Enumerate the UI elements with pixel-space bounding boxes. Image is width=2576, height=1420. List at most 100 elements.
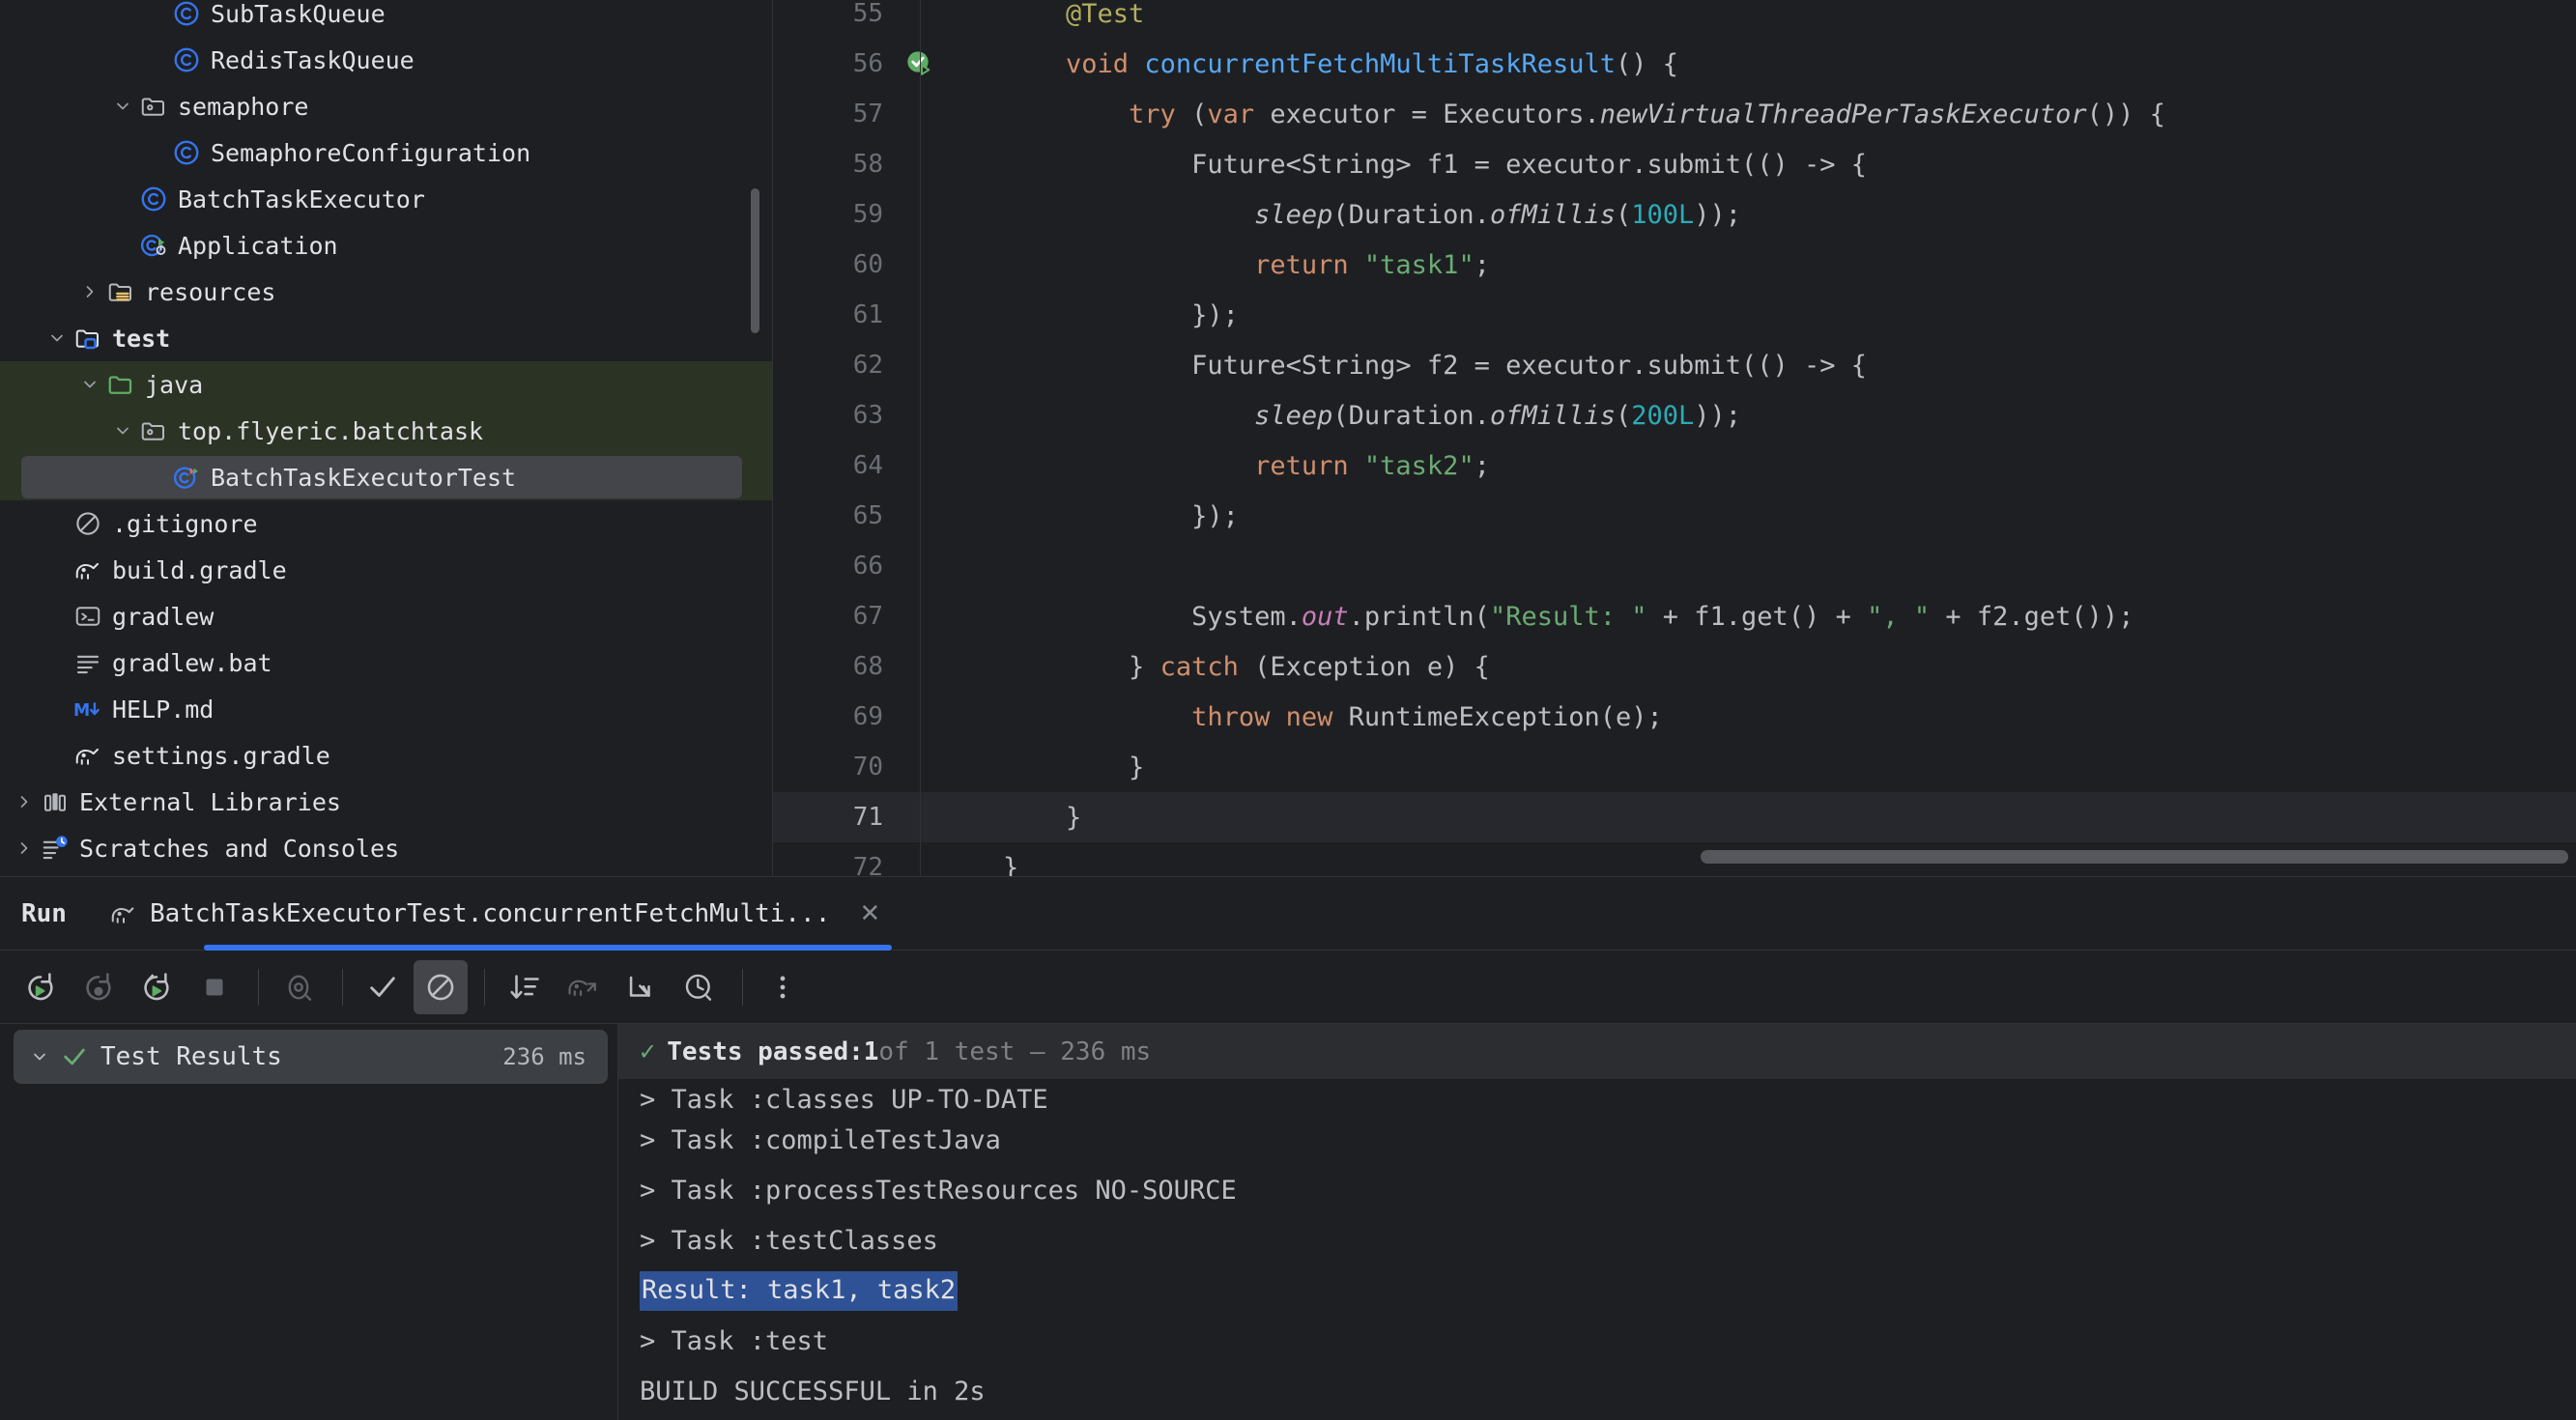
code-line-64[interactable]: 64 return "task2"; xyxy=(773,440,2576,491)
code-line-71[interactable]: 71 } xyxy=(773,792,2576,842)
tree-item-help-md[interactable]: M HELP.md xyxy=(0,686,773,732)
line-number: 69 xyxy=(852,702,883,731)
gradle-icon xyxy=(72,554,104,586)
toggle-auto-test-button[interactable] xyxy=(129,960,184,1014)
tree-item-build-gradle[interactable]: build.gradle xyxy=(0,547,773,593)
chevron-down-icon[interactable] xyxy=(108,416,137,445)
project-tree-panel[interactable]: SubTaskQueue RedisTaskQueue semaphore Semap… xyxy=(0,0,773,877)
sort-button[interactable] xyxy=(498,960,552,1014)
console-line[interactable]: > Task :classes UP-TO-DATE xyxy=(640,1086,2576,1115)
code-line-67[interactable]: 67 System.out.println("Result: " + f1.ge… xyxy=(773,591,2576,641)
console-highlighted-text: Result: task1, task2 xyxy=(640,1270,959,1311)
code-line-57[interactable]: 57 try (var executor = Executors.newVirt… xyxy=(773,89,2576,139)
code-line-68[interactable]: 68 } catch (Exception e) { xyxy=(773,641,2576,692)
chevron-down-icon[interactable] xyxy=(43,324,72,353)
expand-collapse-button[interactable] xyxy=(614,960,668,1014)
show-passed-check-button[interactable] xyxy=(356,960,410,1014)
test-results-tree[interactable]: Test Results 236 ms xyxy=(0,1024,618,1420)
rerun-failed-button[interactable] xyxy=(72,960,126,1014)
chevron-down-icon[interactable] xyxy=(108,92,137,121)
tree-item-settings-gradle[interactable]: settings.gradle xyxy=(0,732,773,779)
tree-item-semaphoreconfiguration[interactable]: SemaphoreConfiguration xyxy=(0,129,773,176)
console-line[interactable]: > Task :testClasses xyxy=(640,1215,2576,1265)
close-icon[interactable]: ✕ xyxy=(855,899,884,928)
code-line-69[interactable]: 69 throw new RuntimeException(e); xyxy=(773,692,2576,742)
chevron-right-icon[interactable] xyxy=(75,277,104,306)
console-text: > Task :classes UP-TO-DATE xyxy=(640,1086,1048,1115)
code-text: } xyxy=(1003,752,1145,782)
tree-item-label: RedisTaskQueue xyxy=(211,45,415,74)
tree-item-test[interactable]: test xyxy=(0,315,773,361)
run-tab-batchtaskexecutortest[interactable]: BatchTaskExecutorTest.concurrentFetchMul… xyxy=(107,877,893,951)
tree-item-java[interactable]: java xyxy=(0,361,773,408)
tree-item-resources[interactable]: resources xyxy=(0,269,773,315)
code-line-59[interactable]: 59 sleep(Duration.ofMillis(100L)); xyxy=(773,189,2576,240)
toolbar-separator xyxy=(258,968,259,1006)
tree-item-label: test xyxy=(112,324,171,353)
project-tree-scrollbar[interactable] xyxy=(751,188,759,333)
export-gradle-button[interactable] xyxy=(556,960,610,1014)
tree-item-label: BatchTaskExecutor xyxy=(178,185,425,213)
console-output[interactable]: ✓ Tests passed: 1 of 1 test — 236 ms > T… xyxy=(618,1024,2576,1420)
test-summary-bar: ✓ Tests passed: 1 of 1 test — 236 ms xyxy=(618,1024,2576,1080)
code-line-55[interactable]: 55 @Test xyxy=(773,0,2576,39)
rerun-button[interactable] xyxy=(14,960,68,1014)
tree-item-subtaskqueue[interactable]: SubTaskQueue xyxy=(0,0,773,37)
console-line[interactable]: BUILD SUCCESSFUL in 2s xyxy=(640,1366,2576,1416)
chevron-right-icon[interactable] xyxy=(10,787,39,816)
tree-item-label: External Libraries xyxy=(79,787,341,816)
tree-item-application[interactable]: Application xyxy=(0,222,773,269)
show-passed-button[interactable] xyxy=(272,960,326,1014)
tree-item-label: semaphore xyxy=(178,92,309,121)
console-line[interactable]: > Task :test xyxy=(640,1316,2576,1366)
history-button[interactable] xyxy=(672,960,726,1014)
code-line-65[interactable]: 65 }); xyxy=(773,491,2576,541)
line-number: 55 xyxy=(852,0,883,28)
hide-ignored-button[interactable] xyxy=(414,959,468,1014)
runnable-class-icon xyxy=(137,229,170,262)
more-options-button[interactable] xyxy=(756,960,810,1014)
code-line-62[interactable]: 62 Future<String> f2 = executor.submit((… xyxy=(773,340,2576,390)
code-line-61[interactable]: 61 }); xyxy=(773,290,2576,340)
tree-item-gitignore[interactable]: .gitignore xyxy=(0,500,773,547)
tree-item-gradlew-bat[interactable]: gradlew.bat xyxy=(0,639,773,686)
tree-item-semaphore[interactable]: semaphore xyxy=(0,83,773,129)
tree-item-label: top.flyeric.batchtask xyxy=(178,416,484,445)
code-line-63[interactable]: 63 sleep(Duration.ofMillis(200L)); xyxy=(773,390,2576,440)
console-line[interactable]: Result: task1, task2 xyxy=(640,1265,2576,1316)
code-text: void concurrentFetchMultiTaskResult() { xyxy=(1066,48,1679,79)
code-editor[interactable]: 55 @Test 56 void concurrentFetchMultiTask… xyxy=(773,0,2576,877)
run-toolbar xyxy=(0,951,2576,1024)
tree-item-external-libraries[interactable]: External Libraries xyxy=(0,779,773,825)
editor-horizontal-scrollbar[interactable] xyxy=(1701,850,2568,864)
code-line-56[interactable]: 56 void concurrentFetchMultiTaskResult()… xyxy=(773,39,2576,89)
code-line-60[interactable]: 60 return "task1"; xyxy=(773,240,2576,290)
stop-button[interactable] xyxy=(187,960,242,1014)
test-results-root-row[interactable]: Test Results 236 ms xyxy=(14,1030,608,1084)
test-results-root-label: Test Results xyxy=(100,1042,282,1071)
run-tab-label: BatchTaskExecutorTest.concurrentFetchMul… xyxy=(149,898,831,928)
test-source-folder-icon xyxy=(72,322,104,355)
tree-item-label: .gitignore xyxy=(112,509,258,538)
line-number: 68 xyxy=(852,652,883,681)
code-line-58[interactable]: 58 Future<String> f1 = executor.submit((… xyxy=(773,139,2576,189)
code-line-70[interactable]: 70 } xyxy=(773,742,2576,792)
tree-item-scratches-and-consoles[interactable]: Scratches and Consoles xyxy=(0,825,773,871)
tree-item-redistaskqueue[interactable]: RedisTaskQueue xyxy=(0,37,773,83)
tree-item-label: SemaphoreConfiguration xyxy=(211,138,531,167)
console-line[interactable]: > Task :processTestResources NO-SOURCE xyxy=(640,1165,2576,1215)
console-line[interactable]: > Task :compileTestJava xyxy=(640,1115,2576,1165)
code-line-66[interactable]: 66 xyxy=(773,541,2576,591)
line-number: 59 xyxy=(852,200,883,229)
tree-item-gradlew[interactable]: gradlew xyxy=(0,593,773,639)
class-icon xyxy=(137,183,170,215)
chevron-down-icon[interactable] xyxy=(25,1042,54,1071)
tree-item-batchtaskexecutor[interactable]: BatchTaskExecutor xyxy=(0,176,773,222)
tree-item-batchtaskexecutortest[interactable]: BatchTaskExecutorTest xyxy=(0,454,773,500)
chevron-right-icon[interactable] xyxy=(10,834,39,863)
tests-passed-label: Tests passed: xyxy=(667,1037,864,1066)
chevron-down-icon[interactable] xyxy=(75,370,104,399)
tree-item-top-flyeric-batchtask[interactable]: top.flyeric.batchtask xyxy=(0,408,773,454)
